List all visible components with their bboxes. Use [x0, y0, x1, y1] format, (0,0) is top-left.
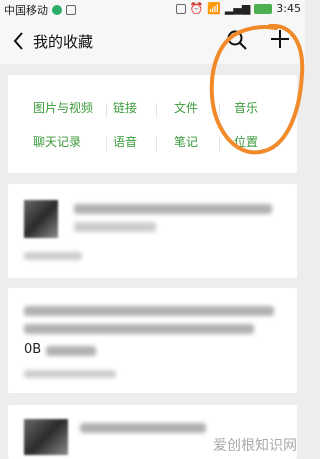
favorite-visible-text: 0B — [24, 342, 42, 357]
category-voice[interactable]: 语音 — [113, 133, 137, 150]
category-photos-videos[interactable]: 图片与视频 — [33, 99, 93, 116]
favorite-thumbnail — [24, 419, 68, 455]
search-icon[interactable] — [226, 29, 248, 51]
wifi-icon: 📶 — [207, 2, 221, 15]
top-app-bar: 我的收藏 — [0, 18, 305, 64]
status-left: 中国移动 — [4, 2, 76, 18]
category-location[interactable]: 位置 — [234, 133, 258, 150]
favorite-subtitle-blurred — [74, 222, 156, 232]
status-right: ⏰ 📶 ▂▄▆ 3:45 — [175, 2, 301, 15]
plus-icon[interactable] — [268, 27, 292, 51]
carrier-label: 中国移动 — [4, 4, 48, 17]
battery-icon — [254, 3, 273, 14]
favorite-text-blurred — [46, 346, 96, 356]
favorite-item-2[interactable]: 0B — [8, 288, 297, 393]
favorite-thumbnail — [24, 200, 58, 238]
time-label: 3:45 — [276, 2, 301, 15]
favorite-title-blurred — [80, 423, 206, 433]
green-dot-icon — [52, 5, 62, 15]
back-arrow-icon[interactable] — [9, 29, 29, 53]
favorite-text-blurred — [24, 324, 254, 334]
favorite-text-blurred — [24, 306, 274, 316]
favorite-item-1[interactable] — [8, 184, 297, 278]
watermark-text: 爱创根知识网 — [213, 438, 297, 454]
status-bar: 中国移动 ⏰ 📶 ▂▄▆ 3:45 — [0, 0, 305, 18]
favorite-meta-blurred — [24, 370, 116, 378]
category-divider — [106, 103, 107, 117]
category-notes[interactable]: 笔记 — [174, 133, 198, 150]
alarm-icon: ⏰ — [189, 2, 204, 15]
category-music[interactable]: 音乐 — [234, 99, 258, 116]
page-title: 我的收藏 — [33, 33, 94, 51]
category-links[interactable]: 链接 — [113, 99, 137, 116]
category-divider — [106, 137, 107, 151]
category-chat-history[interactable]: 聊天记录 — [33, 133, 81, 150]
category-divider — [219, 137, 220, 151]
category-files[interactable]: 文件 — [174, 99, 198, 116]
category-divider — [156, 137, 157, 151]
signal-4g-icon: ▂▄▆ — [224, 2, 251, 15]
vibrate-icon — [175, 3, 186, 14]
category-divider — [156, 103, 157, 117]
favorite-meta-blurred — [24, 252, 82, 260]
favorite-title-blurred — [74, 204, 272, 214]
category-row-2: 聊天记录 语音 笔记 位置 — [8, 127, 297, 157]
message-icon — [66, 5, 76, 15]
category-divider — [219, 103, 220, 117]
category-row-1: 图片与视频 链接 文件 音乐 — [8, 93, 297, 123]
category-filter-panel: 图片与视频 链接 文件 音乐 聊天记录 语音 笔记 位置 — [8, 75, 297, 173]
